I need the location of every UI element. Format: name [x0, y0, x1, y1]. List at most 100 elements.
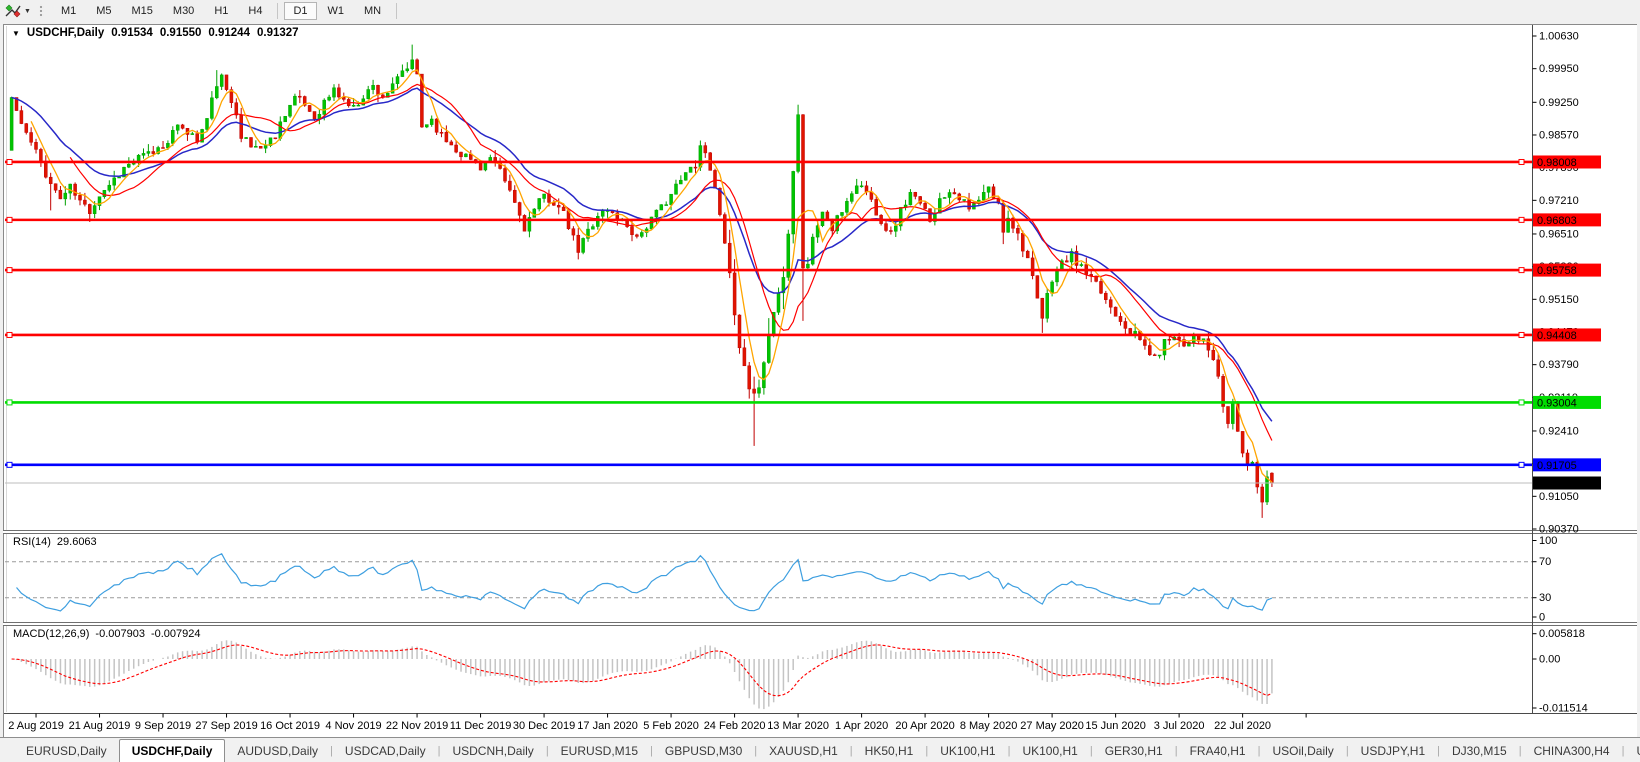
- price-label-0.93004: 0.93004: [1533, 395, 1601, 409]
- tab-gbpusd-m30[interactable]: GBPUSD,M30: [653, 740, 754, 762]
- timeframe-button-w1[interactable]: W1: [319, 2, 354, 20]
- tab-dj30-m15[interactable]: DJ30,M15: [1440, 740, 1519, 762]
- rsi-value: 29.6063: [56, 536, 97, 548]
- chart-symbol-period: USDCHF,Daily: [26, 27, 105, 39]
- chart-menu-icon[interactable]: ▼: [12, 29, 20, 38]
- current-price-label: 0.91327: [1533, 476, 1601, 490]
- tab-uk100-h1[interactable]: UK100,H1: [1010, 740, 1089, 762]
- macd-tick-label: 0.005818: [1539, 628, 1585, 640]
- time-tick-label: 2 Aug 2019: [8, 720, 64, 732]
- price-tick-label: 0.91050: [1539, 491, 1579, 503]
- macd-main-value: -0.007903: [95, 628, 145, 640]
- timeframe-button-m15[interactable]: M15: [123, 2, 162, 20]
- time-tick-label: 17 Jan 2020: [577, 720, 638, 732]
- rsi-tick-label: 0: [1539, 612, 1545, 624]
- price-tick-label: 1.00630: [1539, 31, 1579, 43]
- tab-eurusd-daily[interactable]: EURUSD,Daily: [14, 740, 119, 762]
- tab-usdchf-daily[interactable]: USDCHF,Daily: [118, 739, 226, 762]
- time-tick-label: 4 Nov 2019: [325, 720, 381, 732]
- toolbar-grip[interactable]: [38, 4, 44, 18]
- price-tick-label: 0.99950: [1539, 63, 1579, 75]
- rsi-tick-label: 70: [1539, 556, 1551, 568]
- time-tick-label: 8 May 2020: [960, 720, 1017, 732]
- price-tick-label: 0.93790: [1539, 359, 1579, 371]
- price-tick-label: 0.99250: [1539, 97, 1579, 109]
- timeframe-button-mn[interactable]: MN: [355, 2, 390, 20]
- svg-text:0.98008: 0.98008: [1537, 157, 1577, 169]
- time-tick-label: 11 Dec 2019: [450, 720, 512, 732]
- time-tick-label: 16 Oct 2019: [260, 720, 320, 732]
- timeframe-button-m1[interactable]: M1: [52, 2, 85, 20]
- rsi-indicator-label: RSI(14) 29.6063: [13, 536, 97, 548]
- ohlc-open: 0.91534: [111, 27, 153, 39]
- time-tick-label: 22 Nov 2019: [386, 720, 448, 732]
- time-tick-label: 22 Jul 2020: [1214, 720, 1271, 732]
- tab-uk100-h1[interactable]: UK100,H1: [928, 740, 1007, 762]
- price-tick-label: 0.92410: [1539, 425, 1579, 437]
- svg-text:0.93004: 0.93004: [1537, 397, 1577, 409]
- price-tick-label: 0.97210: [1539, 195, 1579, 207]
- tab-usdjpy-h1[interactable]: USDJPY,H1: [1349, 740, 1437, 762]
- time-tick-label: 27 Sep 2019: [195, 720, 257, 732]
- time-tick-label: 9 Sep 2019: [135, 720, 191, 732]
- macd-indicator-label: MACD(12,26,9) -0.007903 -0.007924: [13, 628, 201, 640]
- top-toolbar: ▼ M1 M5 M15 M30 H1 H4 D1 W1 MN: [0, 0, 1640, 22]
- time-tick-label: 27 May 2020: [1020, 720, 1084, 732]
- ohlc-high: 0.91550: [159, 27, 202, 39]
- rsi-tick-label: 30: [1539, 592, 1551, 604]
- tab-audusd-daily[interactable]: AUDUSD,Daily: [225, 740, 330, 762]
- price-label-0.91705: 0.91705: [1533, 458, 1601, 472]
- chevron-down-icon[interactable]: ▼: [24, 8, 31, 15]
- timeframe-button-m30[interactable]: M30: [164, 2, 203, 20]
- time-tick-label: 30 Dec 2019: [513, 720, 575, 732]
- macd-tick-label: 0.00: [1539, 654, 1560, 666]
- svg-text:0.94408: 0.94408: [1537, 330, 1577, 342]
- tab-fra40-h1[interactable]: FRA40,H1: [1178, 740, 1258, 762]
- rsi-name: RSI(14): [13, 536, 51, 548]
- price-label-0.96803: 0.96803: [1533, 213, 1601, 227]
- tab-usdcad-daily[interactable]: USDCAD,Daily: [333, 740, 438, 762]
- timeframe-button-m5[interactable]: M5: [87, 2, 120, 20]
- price-label-0.94408: 0.94408: [1533, 328, 1601, 342]
- tab-usoil-daily[interactable]: USOil,Daily: [1260, 740, 1345, 762]
- timeframe-button-h4[interactable]: H4: [239, 2, 271, 20]
- price-label-0.98008: 0.98008: [1533, 155, 1601, 169]
- tab-usdcnh-daily[interactable]: USDCNH,Daily: [440, 740, 545, 762]
- timeframe-button-h1[interactable]: H1: [205, 2, 237, 20]
- tab-ger30-h1[interactable]: GER30,H1: [1093, 740, 1175, 762]
- svg-text:0.91705: 0.91705: [1537, 460, 1577, 472]
- timeframe-toolbar: M1 M5 M15 M30 H1 H4 D1 W1 MN: [51, 0, 402, 22]
- timeframe-button-d1[interactable]: D1: [284, 2, 317, 20]
- chart-tool-icon[interactable]: [4, 3, 22, 19]
- svg-text:0.95758: 0.95758: [1537, 265, 1577, 277]
- toolbar-separator: [396, 3, 398, 19]
- chart-background: [3, 24, 1637, 737]
- time-tick-label: 13 Mar 2020: [767, 720, 829, 732]
- time-tick-label: 1 Apr 2020: [835, 720, 888, 732]
- time-tick-label: 3 Jul 2020: [1154, 720, 1205, 732]
- ohlc-close: 0.91327: [256, 27, 299, 39]
- svg-text:0.96803: 0.96803: [1537, 215, 1577, 227]
- price-label-0.95758: 0.95758: [1533, 263, 1601, 277]
- chart-canvas: 1.006300.999500.992500.985700.978900.972…: [3, 24, 1637, 737]
- time-tick-label: 24 Feb 2020: [704, 720, 766, 732]
- chart-title: ▼ USDCHF,Daily 0.91534 0.91550 0.91244 0…: [12, 27, 299, 39]
- price-tick-label: 0.90370: [1539, 523, 1579, 535]
- tab-usoil-h4[interactable]: USOil,H4: [1624, 740, 1640, 762]
- tab-china300-h4[interactable]: CHINA300,H4: [1522, 740, 1622, 762]
- price-tick-label: 0.96510: [1539, 228, 1579, 240]
- ohlc-low: 0.91244: [208, 27, 250, 39]
- svg-text:0.91327: 0.91327: [1537, 478, 1577, 490]
- tab-eurusd-m15[interactable]: EURUSD,M15: [549, 740, 650, 762]
- rsi-tick-label: 100: [1539, 535, 1557, 547]
- time-tick-label: 15 Jun 2020: [1085, 720, 1146, 732]
- toolbar-separator: [277, 3, 279, 19]
- chart-tabbar: EURUSD,Daily USDCHF,Daily AUDUSD,Daily | USD…: [0, 737, 1640, 762]
- time-tick-label: 20 Apr 2020: [895, 720, 954, 732]
- macd-signal-value: -0.007924: [150, 628, 201, 640]
- tab-hk50-h1[interactable]: HK50,H1: [853, 740, 926, 762]
- price-tick-label: 0.95150: [1539, 294, 1579, 306]
- macd-tick-label: -0.011514: [1539, 703, 1588, 715]
- tab-xauusd-h1[interactable]: XAUUSD,H1: [757, 740, 850, 762]
- price-tick-label: 0.98570: [1539, 129, 1579, 141]
